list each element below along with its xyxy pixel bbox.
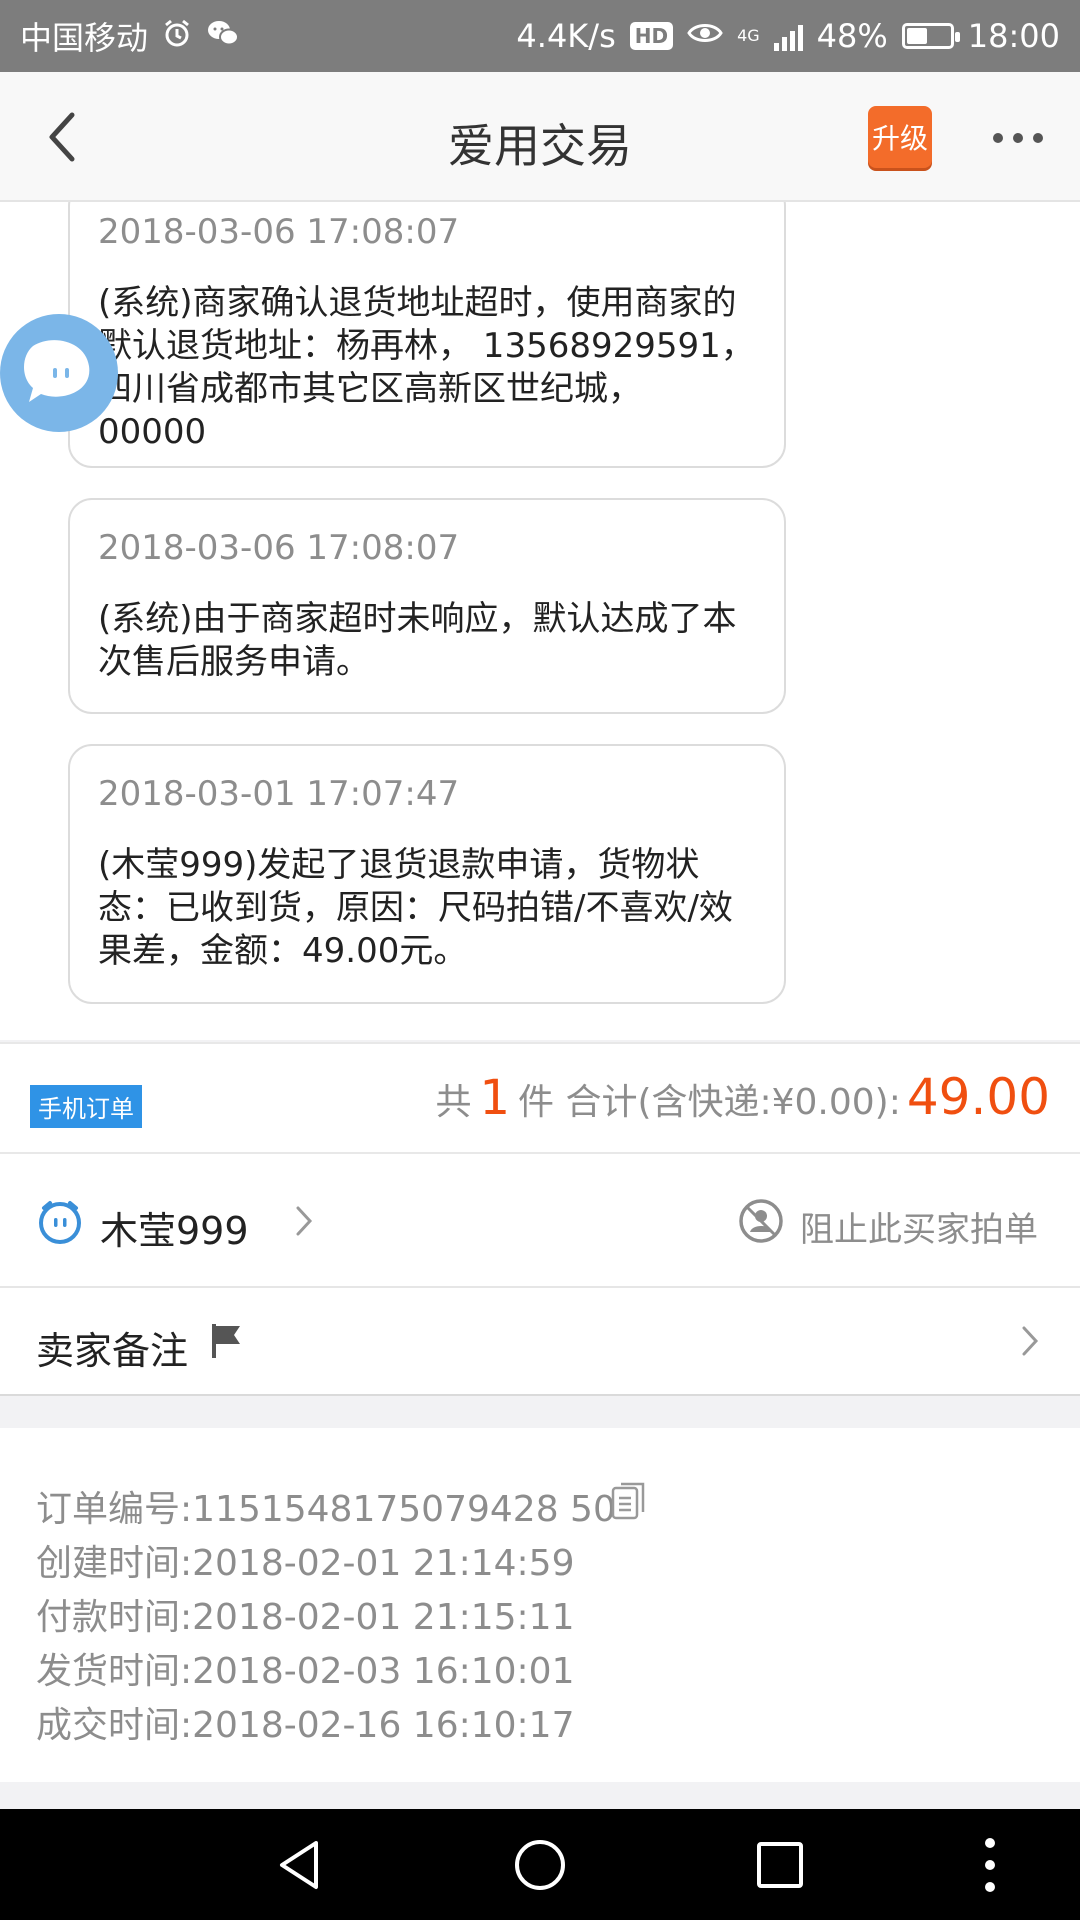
battery-fill	[906, 28, 927, 44]
total-amount: 49.00	[906, 1068, 1050, 1126]
signal-icon	[773, 21, 803, 51]
nav-menu-icon	[985, 1837, 995, 1892]
nav-menu-button[interactable]	[960, 1809, 1020, 1920]
order-number: 订单编号:1151548175079428 50	[36, 1489, 616, 1530]
upgrade-button[interactable]: 升级	[868, 106, 932, 168]
net-speed: 4.4K/s	[516, 17, 616, 55]
eye-icon	[687, 20, 723, 52]
buyer-row[interactable]: 木莹999 阻止此买家拍单	[0, 1154, 1080, 1288]
nav-back-button[interactable]	[240, 1809, 360, 1920]
mobile-order-tag: 手机订单	[30, 1085, 142, 1128]
timeline-message: (系统)由于商家超时未响应，默认达成了本次售后服务申请。	[98, 599, 737, 682]
timeline-card: 2018-03-06 17:08:07 (系统)商家确认退货地址超时，使用商家的…	[68, 202, 786, 468]
timeline-message: (木莹999)发起了退货退款申请，货物状态：已收到货，原因：尺码拍错/不喜欢/效…	[98, 845, 733, 971]
app-header: 爱用交易 升级	[0, 72, 1080, 202]
nav-recents-icon	[757, 1841, 803, 1888]
content-area[interactable]: 2018-03-06 17:08:07 (系统)商家确认退货地址超时，使用商家的…	[0, 202, 1080, 1809]
floating-chat-bubble[interactable]	[0, 314, 118, 432]
status-right: 4.4K/s HD 4G 48% 18:00	[516, 17, 1060, 55]
copy-icon[interactable]	[611, 1480, 647, 1520]
alarm-icon	[162, 18, 192, 54]
carrier-label: 中国移动	[20, 19, 149, 57]
seller-note-label: 卖家备注	[36, 1329, 189, 1373]
status-left: 中国移动	[20, 13, 240, 59]
chat-bubble-icon	[24, 340, 90, 402]
timeline-card: 2018-03-06 17:08:07 (系统)由于商家超时未响应，默认达成了本…	[68, 498, 786, 714]
seller-note-row[interactable]: 卖家备注	[0, 1288, 1080, 1396]
timeline-time: 2018-03-06 17:08:07	[98, 528, 460, 568]
wechat-icon	[206, 18, 240, 54]
buyer-avatar-icon	[39, 1201, 81, 1244]
order-info-block: 订单编号:1151548175079428 50 创建时间:2018-02-01…	[0, 1428, 1080, 1782]
item-count: 1	[479, 1070, 510, 1126]
completed-time: 成交时间:2018-02-16 16:10:17	[36, 1705, 575, 1746]
system-nav-bar	[0, 1809, 1080, 1920]
timeline-time: 2018-03-06 17:08:07	[98, 212, 460, 252]
status-bar: 中国移动 4.4K/s HD 4G 48% 18:00	[0, 0, 1080, 72]
timeline-message: (系统)商家确认退货地址超时，使用商家的默认退货地址：杨再林， 13568929…	[98, 283, 755, 452]
created-time: 创建时间:2018-02-01 21:14:59	[36, 1543, 575, 1584]
battery-percent: 48%	[816, 17, 888, 55]
nav-home-button[interactable]	[480, 1809, 600, 1920]
buyer-name[interactable]: 木莹999	[100, 1200, 249, 1255]
total-prefix: 共	[435, 1082, 472, 1123]
chevron-right-icon[interactable]	[1020, 1324, 1040, 1358]
refund-timeline: 2018-03-06 17:08:07 (系统)商家确认退货地址超时，使用商家的…	[0, 202, 1080, 1040]
block-buyer-icon[interactable]	[738, 1198, 784, 1244]
flag-icon	[212, 1324, 240, 1358]
network-type: 4G	[737, 26, 760, 45]
order-total-row: 手机订单 共 1 件 合计(含快递:¥0.00): 49.00	[0, 1042, 1080, 1154]
nav-home-icon	[515, 1839, 565, 1890]
paid-time: 付款时间:2018-02-01 21:15:11	[36, 1597, 575, 1638]
back-arrow-icon[interactable]	[40, 107, 90, 167]
total-suffix: 件 合计(含快递:¥0.00):	[518, 1082, 901, 1123]
nav-recents-button[interactable]	[720, 1809, 840, 1920]
more-options-icon[interactable]	[990, 128, 1046, 148]
clock: 18:00	[967, 17, 1060, 55]
shipped-time: 发货时间:2018-02-03 16:10:01	[36, 1651, 575, 1692]
order-total: 共 1 件 合计(含快递:¥0.00): 49.00	[435, 1068, 1050, 1126]
timeline-time: 2018-03-01 17:07:47	[98, 774, 460, 814]
chevron-right-icon[interactable]	[294, 1204, 314, 1238]
nav-back-icon	[280, 1840, 318, 1889]
timeline-card: 2018-03-01 17:07:47 (木莹999)发起了退货退款申请，货物状…	[68, 744, 786, 1004]
hd-badge: HD	[629, 22, 674, 50]
block-buyer-button[interactable]: 阻止此买家拍单	[800, 1202, 1038, 1251]
battery-icon	[901, 23, 960, 49]
